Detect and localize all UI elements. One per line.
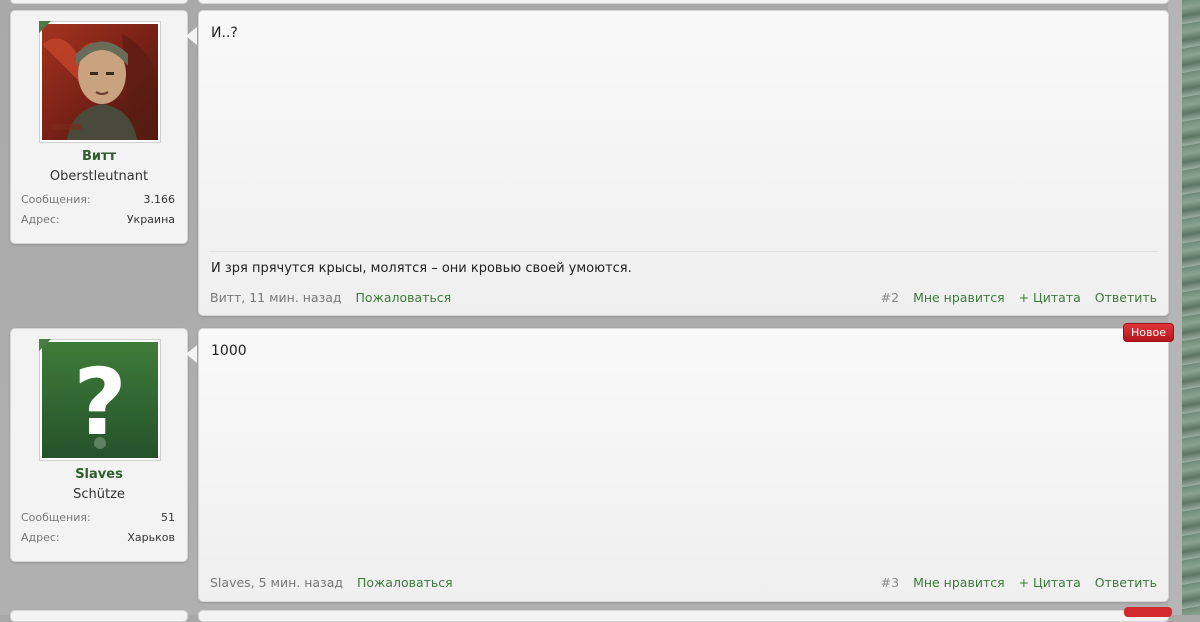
message-arrow (186, 345, 197, 363)
message-text: 1000 (211, 343, 247, 359)
post-actions: #2 Мне нравится + Цитата Ответить (871, 290, 1157, 305)
stat-value: Украина (126, 213, 175, 226)
user-title: Schütze (73, 487, 125, 502)
post-meta: Витт, 11 мин. назад Пожаловаться (210, 290, 451, 305)
stat-label: Адрес: (21, 213, 60, 226)
report-link[interactable]: Пожаловаться (357, 575, 453, 590)
author-panel: Витт Oberstleutnant Сообщения: 3.166 Адр… (10, 10, 188, 244)
post-number[interactable]: #2 (881, 290, 899, 305)
stat-label: Сообщения: (21, 511, 91, 524)
signature-divider (209, 251, 1158, 252)
like-button[interactable]: Мне нравится (913, 290, 1005, 305)
next-message-edge (198, 610, 1169, 622)
meta-author[interactable]: Slaves (210, 575, 251, 590)
next-post-edge (10, 610, 188, 622)
stat-value: 3.166 (143, 193, 176, 206)
post-number[interactable]: #3 (881, 575, 899, 590)
stat-address: Адрес: Украина (21, 213, 175, 226)
message-text: И..? (211, 25, 238, 41)
previous-post-edge (10, 0, 188, 4)
avatar[interactable]: ? (39, 339, 161, 461)
quote-button[interactable]: + Цитата (1019, 575, 1081, 590)
stat-messages: Сообщения: 3.166 (21, 193, 175, 206)
message-box: Новое 1000 Slaves, 5 мин. назад Пожалова… (198, 323, 1174, 602)
stat-messages: Сообщения: 51 (21, 511, 175, 524)
meta-time[interactable]: , 11 мин. назад (241, 290, 341, 305)
author-panel: ? Slaves Schütze Сообщения: 51 Адрес: Ха… (10, 328, 188, 562)
next-new-badge-edge (1124, 607, 1172, 617)
question-mark-icon: ? (42, 342, 158, 458)
signature: И зря прячутся крысы, молятся – они кров… (211, 261, 632, 276)
reply-button[interactable]: Ответить (1095, 290, 1157, 305)
post-meta: Slaves, 5 мин. назад Пожаловаться (210, 575, 453, 590)
post-actions: #3 Мне нравится + Цитата Ответить (871, 575, 1157, 590)
message-arrow (186, 27, 197, 45)
reply-button[interactable]: Ответить (1095, 575, 1157, 590)
stat-value: 51 (161, 511, 175, 524)
stat-value: Харьков (127, 531, 175, 544)
username[interactable]: Витт (11, 149, 187, 164)
online-indicator (39, 21, 51, 33)
new-badge: Новое (1123, 323, 1174, 342)
stat-label: Адрес: (21, 531, 60, 544)
username[interactable]: Slaves (11, 467, 187, 482)
quote-button[interactable]: + Цитата (1019, 290, 1081, 305)
online-indicator (39, 339, 51, 351)
meta-time[interactable]: , 5 мин. назад (251, 575, 343, 590)
avatar[interactable] (39, 21, 161, 143)
like-button[interactable]: Мне нравится (913, 575, 1005, 590)
stat-label: Сообщения: (21, 193, 91, 206)
report-link[interactable]: Пожаловаться (356, 290, 452, 305)
meta-author[interactable]: Витт (210, 290, 241, 305)
page-margin (1168, 0, 1182, 615)
user-title: Oberstleutnant (49, 169, 149, 184)
previous-message-edge (198, 0, 1169, 4)
avatar-image (42, 24, 158, 140)
decorative-border (1182, 0, 1200, 615)
stat-address: Адрес: Харьков (21, 531, 175, 544)
message-box: И..? И зря прячутся крысы, молятся – они… (198, 10, 1169, 316)
